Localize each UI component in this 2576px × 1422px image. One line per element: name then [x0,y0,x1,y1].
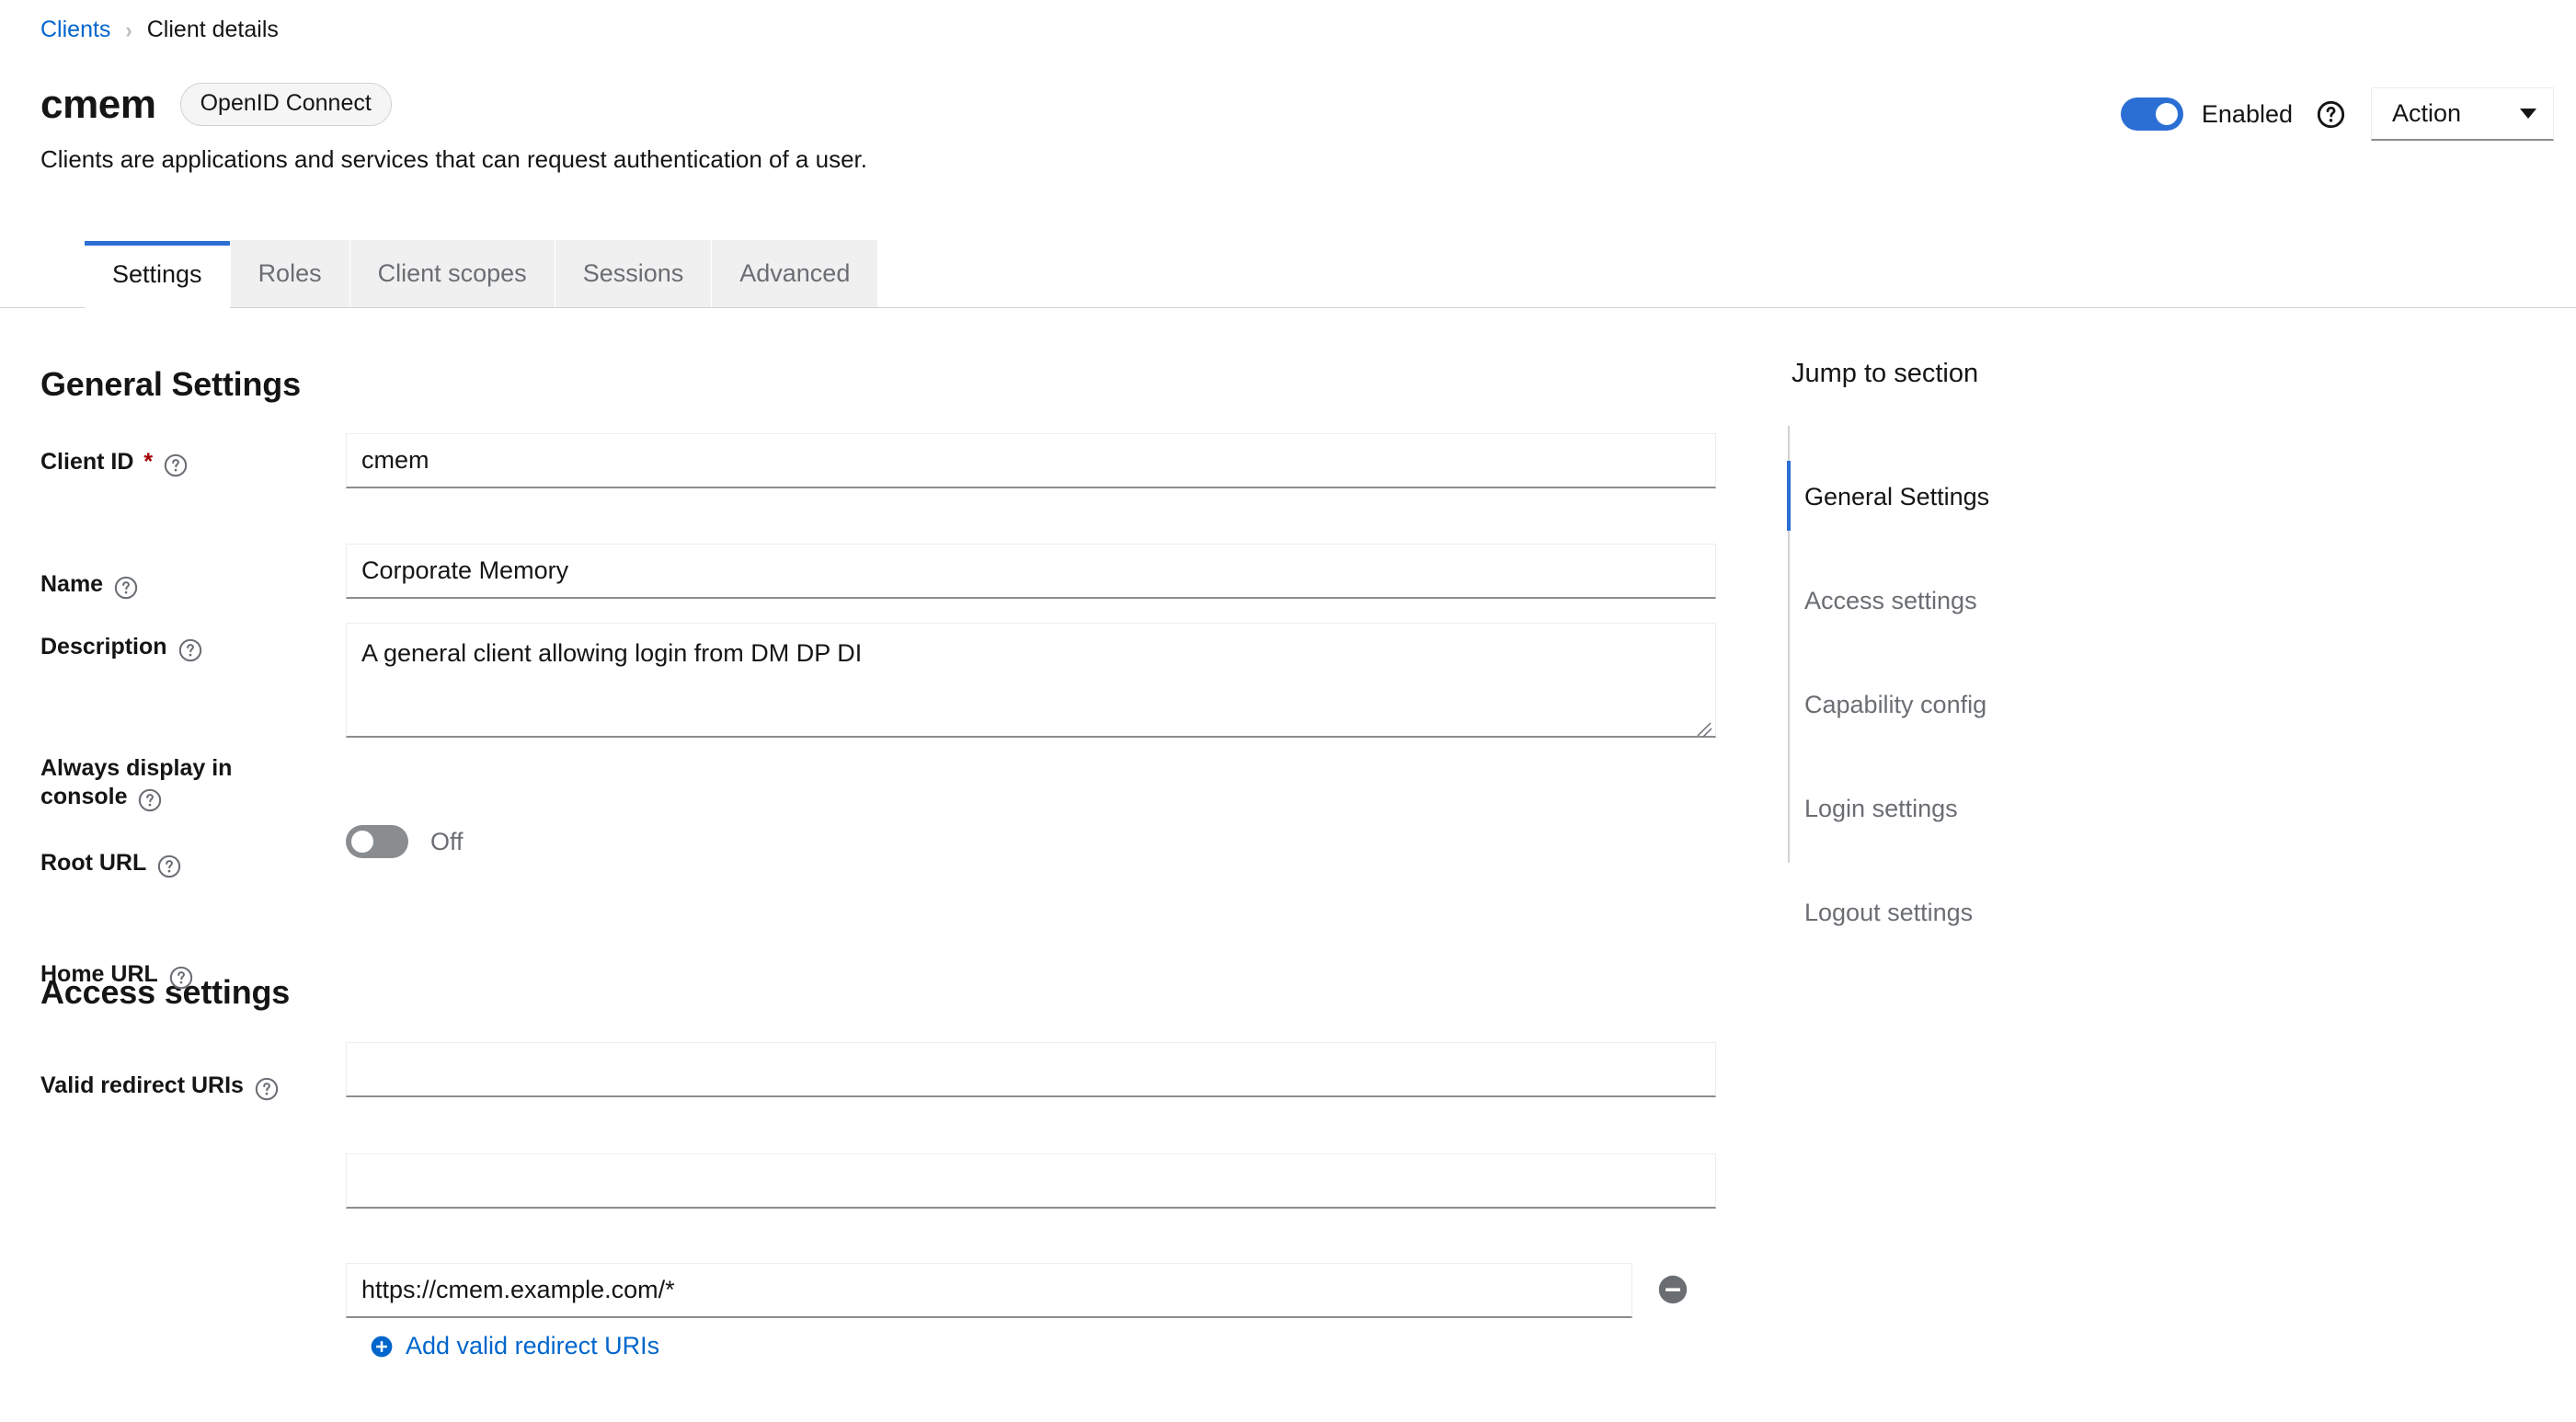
home-url-help-icon[interactable] [169,966,193,990]
jump-item-capability-config[interactable]: Capability config [1804,691,1986,719]
always-display-label-line1: Always display in [40,755,233,781]
minus-circle-icon[interactable] [1655,1272,1690,1307]
jump-item-general-settings[interactable]: General Settings [1804,483,1989,511]
jump-item-capability-config-label: Capability config [1804,691,1987,718]
chevron-down-icon [2520,109,2536,119]
tab-roles[interactable]: Roles [229,240,349,307]
always-display-toggle-knob [351,831,373,853]
always-display-toggle[interactable] [346,825,408,858]
protocol-badge: OpenID Connect [179,83,392,126]
jump-item-login-settings-label: Login settings [1804,795,1958,822]
name-value: Corporate Memory [361,556,569,584]
home-url-label-text: Home URL [40,961,158,987]
enabled-toggle[interactable] [2120,97,2183,131]
root-url-label: Root URL [40,849,335,877]
action-dropdown-label: Action [2392,99,2462,127]
add-valid-redirect-uris-label: Add valid redirect URIs [406,1332,660,1359]
page-title: cmem [40,81,156,127]
tab-roles-label: Roles [258,259,322,287]
valid-redirect-uris-value: https://cmem.example.com/* [361,1276,675,1303]
breadcrumb-separator-icon: › [125,16,132,43]
jump-item-access-settings-label: Access settings [1804,587,1977,614]
home-url-input[interactable] [346,1153,1716,1209]
breadcrumb-link-clients[interactable]: Clients [40,18,110,41]
valid-redirect-uris-label: Valid redirect URIs [40,1072,335,1100]
root-url-label-text: Root URL [40,850,147,876]
client-details-page: Clients › Client details cmem OpenID Con… [0,0,2576,1422]
jump-item-general-settings-label: General Settings [1804,483,1990,510]
root-url-input[interactable] [346,1042,1716,1097]
always-display-label-line2: console [40,784,128,810]
description-help-icon[interactable] [178,638,202,662]
page-subtitle: Clients are applications and services th… [40,145,867,173]
home-url-label: Home URL [40,960,335,989]
tab-settings[interactable]: Settings [85,241,230,308]
client-id-label: Client ID * [40,448,335,476]
action-dropdown[interactable]: Action [2371,87,2554,141]
general-settings-heading: General Settings [40,365,301,403]
jump-item-login-settings[interactable]: Login settings [1804,795,1958,823]
always-display-toggle-row: Off [346,825,464,858]
client-id-label-text: Client ID [40,449,134,475]
tab-sessions-label: Sessions [582,259,684,287]
tab-advanced-label: Advanced [739,259,851,287]
tab-client-scopes-label: Client scopes [377,259,527,287]
breadcrumb: Clients › Client details [40,16,279,43]
client-id-help-icon[interactable] [164,453,188,477]
name-help-icon[interactable] [114,576,138,600]
page-header: cmem OpenID Connect Clients are applicat… [40,83,867,174]
add-valid-redirect-uris-button[interactable]: Add valid redirect URIs [370,1332,659,1360]
always-display-state-label: Off [430,827,464,855]
jump-to-section-title: Jump to section [1792,359,1979,388]
jump-item-logout-settings-label: Logout settings [1804,899,1974,926]
required-marker: * [143,449,154,475]
jump-active-marker [1787,461,1791,531]
enabled-label: Enabled [2201,99,2293,128]
help-circle-icon[interactable] [2317,100,2345,129]
title-row: cmem OpenID Connect [40,83,867,126]
name-label: Name [40,570,335,599]
always-display-help-icon[interactable] [138,788,162,812]
header-controls: Enabled Action [2120,87,2554,141]
jump-item-logout-settings[interactable]: Logout settings [1804,899,1973,927]
description-value: A general client allowing login from DM … [361,639,863,667]
description-label-text: Description [40,634,167,659]
valid-redirect-uris-label-text: Valid redirect URIs [40,1072,244,1098]
name-input[interactable]: Corporate Memory [346,544,1716,599]
valid-redirect-uris-help-icon[interactable] [255,1077,279,1101]
enabled-toggle-knob [2155,103,2178,125]
client-id-input[interactable]: cmem [346,433,1716,488]
description-textarea[interactable]: A general client allowing login from DM … [346,623,1716,738]
valid-redirect-uris-input[interactable]: https://cmem.example.com/* [346,1263,1632,1318]
tab-sessions[interactable]: Sessions [554,240,712,307]
tab-advanced[interactable]: Advanced [711,240,878,307]
always-display-label: Always display in console [40,754,316,812]
resize-handle-icon[interactable] [1694,715,1712,738]
description-label: Description [40,633,335,661]
root-url-help-icon[interactable] [157,854,181,878]
plus-circle-icon [370,1335,394,1359]
jump-item-access-settings[interactable]: Access settings [1804,587,1977,615]
client-id-value: cmem [361,446,429,474]
breadcrumb-current: Client details [146,17,279,42]
name-label-text: Name [40,571,104,597]
tab-settings-label: Settings [112,259,202,288]
tab-client-scopes[interactable]: Client scopes [349,240,555,307]
tab-bar: Settings Roles Client scopes Sessions Ad… [0,239,2576,308]
